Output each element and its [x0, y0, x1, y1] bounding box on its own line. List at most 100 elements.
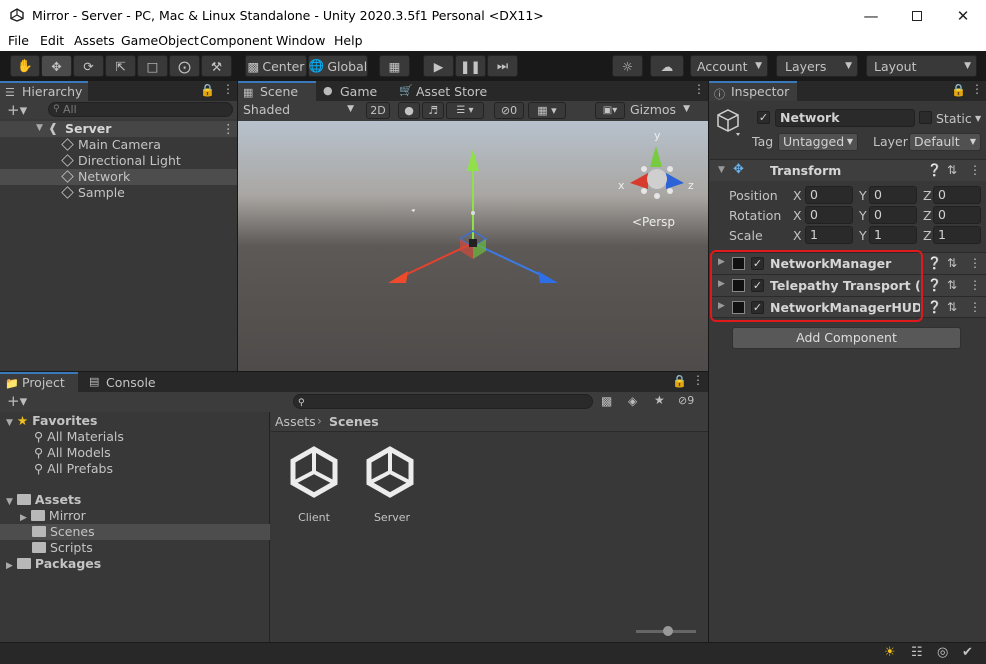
transform-header[interactable]: ▼ ✥ Transform ❔ ⇅ ⋮: [710, 159, 986, 181]
favorite-item[interactable]: ⚲ All Prefabs: [34, 461, 113, 477]
play-button[interactable]: ▶: [423, 55, 454, 77]
tab-asset-store[interactable]: 🛒 Asset Store: [394, 81, 494, 101]
asset-file[interactable]: Server: [364, 446, 420, 526]
presets-icon[interactable]: ⇅: [947, 163, 957, 177]
hierarchy-search-input[interactable]: ⚲ All: [48, 102, 233, 117]
position-z-field[interactable]: 0: [933, 186, 981, 204]
project-search-input[interactable]: ⚲: [293, 394, 593, 409]
menu-window[interactable]: Window: [276, 33, 325, 48]
menu-component[interactable]: Component: [200, 33, 273, 48]
step-button[interactable]: ⏭: [487, 55, 518, 77]
chevron-down-icon[interactable]: ▼: [975, 114, 981, 123]
hierarchy-item[interactable]: Sample: [61, 185, 125, 201]
kebab-menu-icon[interactable]: ⋮: [969, 300, 981, 314]
scale-tool-button[interactable]: ⇱: [105, 55, 136, 77]
hidden-objects-toggle[interactable]: ⊘ 0: [494, 102, 524, 119]
add-component-button[interactable]: Add Component: [732, 327, 961, 349]
cloud-button[interactable]: ☁: [650, 55, 684, 77]
lock-icon[interactable]: 🔒: [672, 374, 687, 388]
move-tool-button[interactable]: ✥: [41, 55, 72, 77]
scene-row[interactable]: ▼ ❰ Server ⋮: [0, 121, 237, 137]
kebab-menu-icon[interactable]: ⋮: [969, 256, 981, 270]
pivot-center-button[interactable]: ▩ Center: [245, 55, 307, 77]
rotation-x-field[interactable]: 0: [805, 206, 853, 224]
tab-console[interactable]: ▤ Console: [84, 372, 164, 392]
menu-file[interactable]: File: [8, 33, 29, 48]
kebab-menu-icon[interactable]: ⋮: [222, 121, 235, 136]
menu-assets[interactable]: Assets: [74, 33, 115, 48]
position-y-field[interactable]: 0: [869, 186, 917, 204]
kebab-menu-icon[interactable]: ⋮: [693, 82, 705, 96]
rotation-y-field[interactable]: 0: [869, 206, 917, 224]
grid-dropdown[interactable]: ▦ ▾: [528, 102, 566, 119]
tag-dropdown[interactable]: Untagged ▼: [778, 133, 858, 151]
layers-dropdown[interactable]: Layers ▼: [776, 55, 858, 77]
scale-y-field[interactable]: 1: [869, 226, 917, 244]
lock-icon[interactable]: 🔒: [951, 83, 966, 97]
camera-dropdown[interactable]: ▣▾: [595, 102, 625, 119]
tab-inspector[interactable]: ⓘ Inspector: [709, 81, 797, 101]
favorites-header[interactable]: ▼ ★ Favorites: [6, 413, 97, 429]
tab-hierarchy[interactable]: ☰ Hierarchy: [0, 81, 88, 101]
hand-tool-button[interactable]: ✋: [10, 55, 40, 77]
lock-icon[interactable]: 🔒: [200, 83, 215, 97]
favorite-star-icon[interactable]: ★: [654, 393, 665, 407]
presets-icon[interactable]: ⇅: [947, 256, 957, 270]
kebab-menu-icon[interactable]: ⋮: [969, 278, 981, 292]
layer-dropdown[interactable]: Default ▼: [909, 133, 981, 151]
object-name-field[interactable]: Network: [775, 109, 915, 127]
minimize-button[interactable]: —: [848, 0, 894, 31]
hierarchy-item-selected[interactable]: Network: [0, 169, 237, 185]
scale-z-field[interactable]: 1: [933, 226, 981, 244]
presets-icon[interactable]: ⇅: [947, 300, 957, 314]
auto-generate-lighting-icon[interactable]: ◎: [937, 645, 948, 660]
tab-game[interactable]: ● Game: [318, 81, 386, 101]
breadcrumb-scenes[interactable]: Scenes: [329, 414, 379, 429]
favorite-item[interactable]: ⚲ All Models: [34, 445, 111, 461]
rotation-z-field[interactable]: 0: [933, 206, 981, 224]
create-asset-button[interactable]: +▾: [7, 392, 27, 410]
static-checkbox[interactable]: [919, 111, 932, 124]
rotate-tool-button[interactable]: ⟳: [73, 55, 104, 77]
favorite-item[interactable]: ⚲ All Materials: [34, 429, 124, 445]
kebab-menu-icon[interactable]: ⋮: [971, 82, 983, 96]
effects-dropdown[interactable]: ☰ ▾: [446, 102, 484, 119]
breadcrumb-assets[interactable]: Assets: [275, 414, 316, 429]
packages-folder[interactable]: ▶ Packages: [6, 556, 101, 572]
add-object-button[interactable]: +▾: [7, 101, 27, 119]
2d-toggle-button[interactable]: 2D: [366, 102, 390, 119]
hidden-packages-toggle[interactable]: ⊘9: [678, 394, 694, 407]
hierarchy-item[interactable]: Directional Light: [61, 153, 181, 169]
kebab-menu-icon[interactable]: ⋮: [222, 82, 234, 96]
active-checkbox[interactable]: ✓: [757, 111, 770, 124]
label-icon[interactable]: ◈: [628, 394, 637, 408]
custom-tool-button[interactable]: ⚒: [201, 55, 232, 77]
collab-button[interactable]: ☼: [612, 55, 643, 77]
cache-server-icon[interactable]: ☷: [911, 645, 923, 660]
layout-dropdown[interactable]: Layout ▼: [866, 55, 977, 77]
assets-folder[interactable]: ▼ Assets: [6, 492, 81, 508]
zoom-slider-thumb[interactable]: [663, 626, 673, 636]
snap-grid-button[interactable]: ▦: [379, 55, 410, 77]
gizmos-dropdown[interactable]: Gizmos ▼: [630, 102, 692, 119]
hierarchy-item[interactable]: Main Camera: [61, 137, 161, 153]
kebab-menu-icon[interactable]: ⋮: [969, 163, 981, 177]
menu-gameobject[interactable]: GameObject: [121, 33, 199, 48]
help-icon[interactable]: ❔: [927, 256, 942, 270]
close-button[interactable]: ✕: [940, 0, 986, 31]
presets-icon[interactable]: ⇅: [947, 278, 957, 292]
maximize-button[interactable]: [894, 0, 940, 31]
menu-help[interactable]: Help: [334, 33, 363, 48]
help-icon[interactable]: ❔: [927, 163, 942, 177]
folder-item[interactable]: ▶ Mirror: [20, 508, 86, 524]
position-x-field[interactable]: 0: [805, 186, 853, 204]
collab-status-icon[interactable]: ✔: [962, 645, 973, 660]
pivot-global-button[interactable]: 🌐 Global: [308, 55, 368, 77]
scale-x-field[interactable]: 1: [805, 226, 853, 244]
folder-item-selected[interactable]: Scenes: [0, 524, 270, 540]
lighting-toggle[interactable]: ●: [398, 102, 420, 119]
transform-tool-button[interactable]: ⨀: [169, 55, 200, 77]
kebab-menu-icon[interactable]: ⋮: [692, 373, 704, 387]
asset-file[interactable]: Client: [288, 446, 344, 526]
tab-project[interactable]: 📁 Project: [0, 372, 78, 392]
